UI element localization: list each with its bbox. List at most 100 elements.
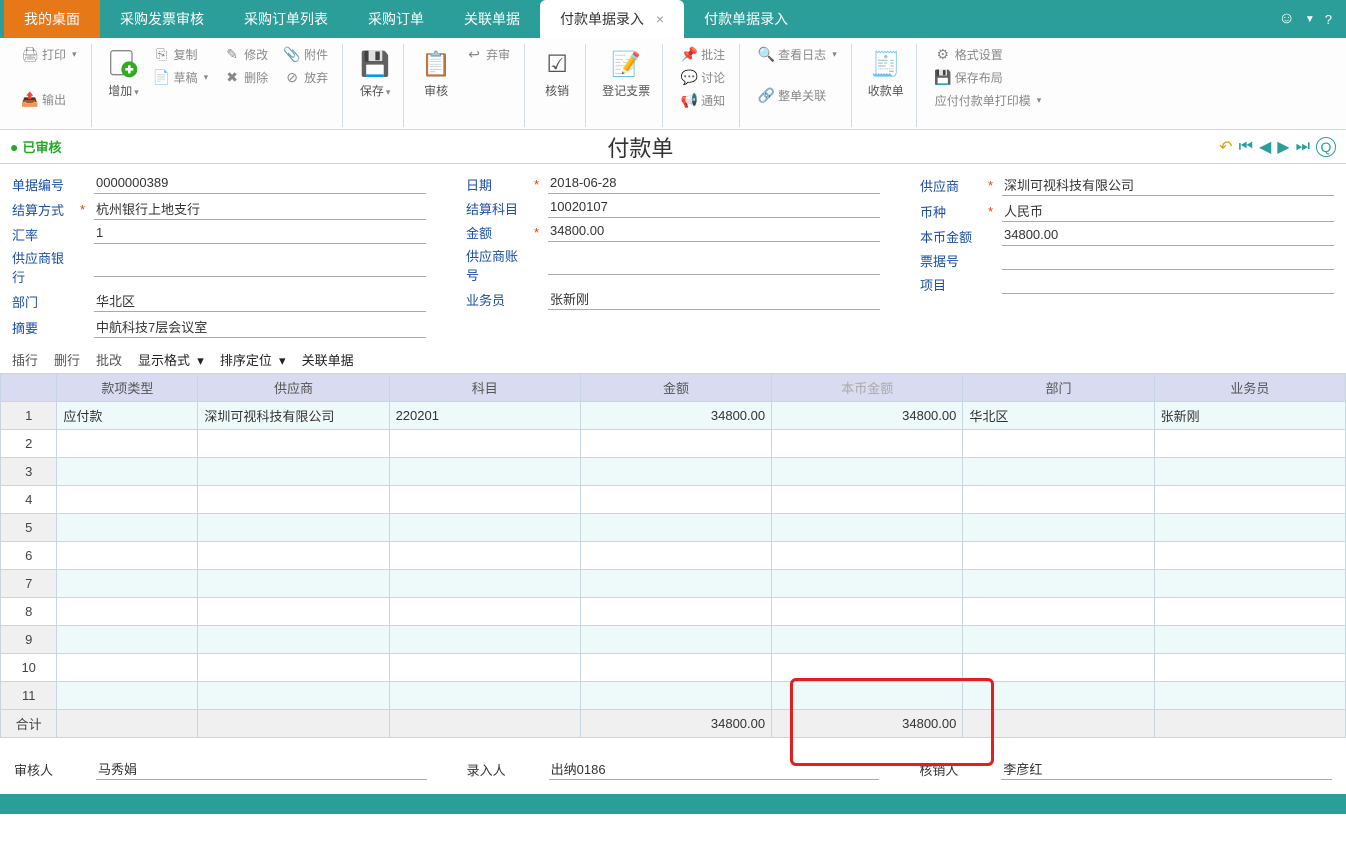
col-type[interactable]: 款项类型 bbox=[57, 374, 198, 402]
modify-button[interactable]: ✎修改 bbox=[220, 44, 272, 65]
rate-field[interactable]: 1 bbox=[94, 224, 426, 244]
docno-label: 单据编号 bbox=[12, 175, 76, 194]
amt-field[interactable]: 34800.00 bbox=[548, 222, 880, 242]
tab-po[interactable]: 采购订单 bbox=[348, 0, 444, 38]
receipt-button[interactable]: 🧾收款单 bbox=[866, 44, 906, 103]
display-format-button[interactable]: 显示格式 ▾ bbox=[138, 350, 204, 369]
chat-icon: 💬 bbox=[681, 70, 697, 86]
table-row[interactable]: 4 bbox=[1, 486, 1346, 514]
note-button[interactable]: 📌批注 bbox=[677, 44, 729, 65]
tab-polist[interactable]: 采购订单列表 bbox=[224, 0, 348, 38]
save-button[interactable]: 💾保存▾ bbox=[357, 44, 393, 103]
smile-icon[interactable]: ☺ bbox=[1279, 10, 1295, 28]
help-icon[interactable]: ? bbox=[1325, 12, 1332, 27]
close-icon[interactable]: × bbox=[656, 11, 664, 27]
output-button[interactable]: 📤输出 bbox=[18, 89, 81, 110]
table-row[interactable]: 1应付款深圳可视科技有限公司220201 34800.0034800.00华北区… bbox=[1, 402, 1346, 430]
table-row[interactable]: 6 bbox=[1, 542, 1346, 570]
status-bar bbox=[0, 794, 1346, 814]
bank-field[interactable] bbox=[94, 257, 426, 277]
notify-button[interactable]: 📢通知 bbox=[677, 90, 729, 111]
receipt-icon: 🧾 bbox=[870, 48, 902, 80]
table-row[interactable]: 9 bbox=[1, 626, 1346, 654]
copy-button[interactable]: ⎘复制 bbox=[150, 44, 213, 65]
user-dropdown[interactable]: ▼ bbox=[1305, 14, 1315, 25]
writeoff-button[interactable]: ☑核销 bbox=[539, 44, 575, 103]
add-button[interactable]: 增加▾ bbox=[106, 44, 142, 103]
related-doc-button[interactable]: 关联单据 bbox=[302, 350, 354, 369]
dept-field[interactable]: 华北区 bbox=[94, 290, 426, 312]
sort-button[interactable]: 排序定位 ▾ bbox=[220, 350, 286, 369]
table-row[interactable]: 5 bbox=[1, 514, 1346, 542]
abandon-button[interactable]: ↩弃审 bbox=[462, 44, 514, 65]
insert-row-button[interactable]: 插行 bbox=[12, 350, 38, 369]
copy-icon: ⎘ bbox=[154, 47, 170, 63]
table-row[interactable]: 3 bbox=[1, 458, 1346, 486]
table-row[interactable]: 2 bbox=[1, 430, 1346, 458]
printer-icon: 🖨 bbox=[22, 47, 38, 63]
col-amt[interactable]: 金额 bbox=[580, 374, 771, 402]
footer: 审核人马秀娟 录入人出纳0186 核销人李彦红 bbox=[0, 738, 1346, 794]
discuss-button[interactable]: 💬讨论 bbox=[677, 67, 729, 88]
page-title: 付款单 bbox=[61, 131, 1219, 163]
acct-field[interactable]: 10020107 bbox=[548, 198, 880, 218]
undo-icon[interactable]: ↶ bbox=[1219, 137, 1232, 157]
tab-home[interactable]: 我的桌面 bbox=[4, 0, 100, 38]
tab-payment-entry-active[interactable]: 付款单据录入 × bbox=[540, 0, 684, 38]
table-row[interactable]: 10 bbox=[1, 654, 1346, 682]
clip-icon: 📎 bbox=[284, 47, 300, 63]
check-icon: ☑ bbox=[541, 48, 573, 80]
attach-button[interactable]: 📎附件 bbox=[280, 44, 332, 65]
col-dept[interactable]: 部门 bbox=[963, 374, 1154, 402]
delete-row-button[interactable]: 删行 bbox=[54, 350, 80, 369]
col-local[interactable]: 本币金额 bbox=[772, 374, 963, 402]
table-row[interactable]: 8 bbox=[1, 598, 1346, 626]
settle-field[interactable]: 杭州银行上地支行 bbox=[94, 198, 426, 220]
save-icon: 💾 bbox=[359, 48, 391, 80]
print-button[interactable]: 🖨打印▾ bbox=[18, 44, 81, 65]
table-row[interactable]: 7 bbox=[1, 570, 1346, 598]
emp-field[interactable]: 张新刚 bbox=[548, 288, 880, 310]
formatset-button[interactable]: ⚙格式设置 bbox=[931, 44, 1046, 65]
tab-invoice[interactable]: 采购发票审核 bbox=[100, 0, 224, 38]
col-rownum[interactable] bbox=[1, 374, 57, 402]
prev-icon[interactable]: ◀ bbox=[1259, 137, 1271, 157]
register-cheque-button[interactable]: 📝登记支票 bbox=[600, 44, 652, 103]
vendor-label: 供应商 bbox=[920, 176, 984, 195]
savelayout-button[interactable]: 💾保存布局 bbox=[931, 67, 1046, 88]
tab-payment-entry-2[interactable]: 付款单据录入 bbox=[684, 0, 808, 38]
docno-field[interactable]: 0000000389 bbox=[94, 174, 426, 194]
table-row[interactable]: 11 bbox=[1, 682, 1346, 710]
curr-field[interactable]: 人民币 bbox=[1002, 200, 1334, 222]
discard-button[interactable]: ⊘放弃 bbox=[280, 67, 332, 88]
vendor-field[interactable]: 深圳可视科技有限公司 bbox=[1002, 174, 1334, 196]
summary-field[interactable]: 中航科技7层会议室 bbox=[94, 316, 426, 338]
delete-button[interactable]: ✖删除 bbox=[220, 67, 272, 88]
tab-related[interactable]: 关联单据 bbox=[444, 0, 540, 38]
search-icon[interactable]: Q bbox=[1316, 137, 1336, 157]
col-emp[interactable]: 业务员 bbox=[1154, 374, 1345, 402]
viewlog-button[interactable]: 🔍查看日志▾ bbox=[754, 44, 841, 65]
first-icon[interactable]: ⏮ bbox=[1239, 138, 1253, 156]
add-icon bbox=[108, 48, 140, 80]
last-icon[interactable]: ⏭ bbox=[1296, 138, 1310, 156]
detail-grid[interactable]: 款项类型 供应商 科目 金额 本币金额 部门 业务员 1应付款深圳可视科技有限公… bbox=[0, 373, 1346, 738]
col-acct[interactable]: 科目 bbox=[389, 374, 580, 402]
proj-field[interactable] bbox=[1002, 274, 1334, 294]
date-field[interactable]: 2018-06-28 bbox=[548, 174, 880, 194]
fullrel-button[interactable]: 🔗整单关联 bbox=[754, 85, 841, 106]
grid-wrap: 款项类型 供应商 科目 金额 本币金额 部门 业务员 1应付款深圳可视科技有限公… bbox=[0, 373, 1346, 738]
col-vendor[interactable]: 供应商 bbox=[198, 374, 389, 402]
audit-button[interactable]: 📋审核 bbox=[418, 44, 454, 103]
vacct-field[interactable] bbox=[548, 255, 880, 275]
savelayout-icon: 💾 bbox=[935, 70, 951, 86]
acct-label: 结算科目 bbox=[466, 199, 530, 218]
entry-label: 录入人 bbox=[467, 760, 531, 779]
batch-edit-button[interactable]: 批改 bbox=[96, 350, 122, 369]
printtpl-button[interactable]: 应付付款单打印模▾ bbox=[931, 90, 1046, 111]
draft-button[interactable]: 📄草稿▾ bbox=[150, 67, 213, 88]
next-icon[interactable]: ▶ bbox=[1277, 137, 1289, 157]
bill-field[interactable] bbox=[1002, 250, 1334, 270]
vacct-label: 供应商账号 bbox=[466, 246, 530, 284]
local-field[interactable]: 34800.00 bbox=[1002, 226, 1334, 246]
